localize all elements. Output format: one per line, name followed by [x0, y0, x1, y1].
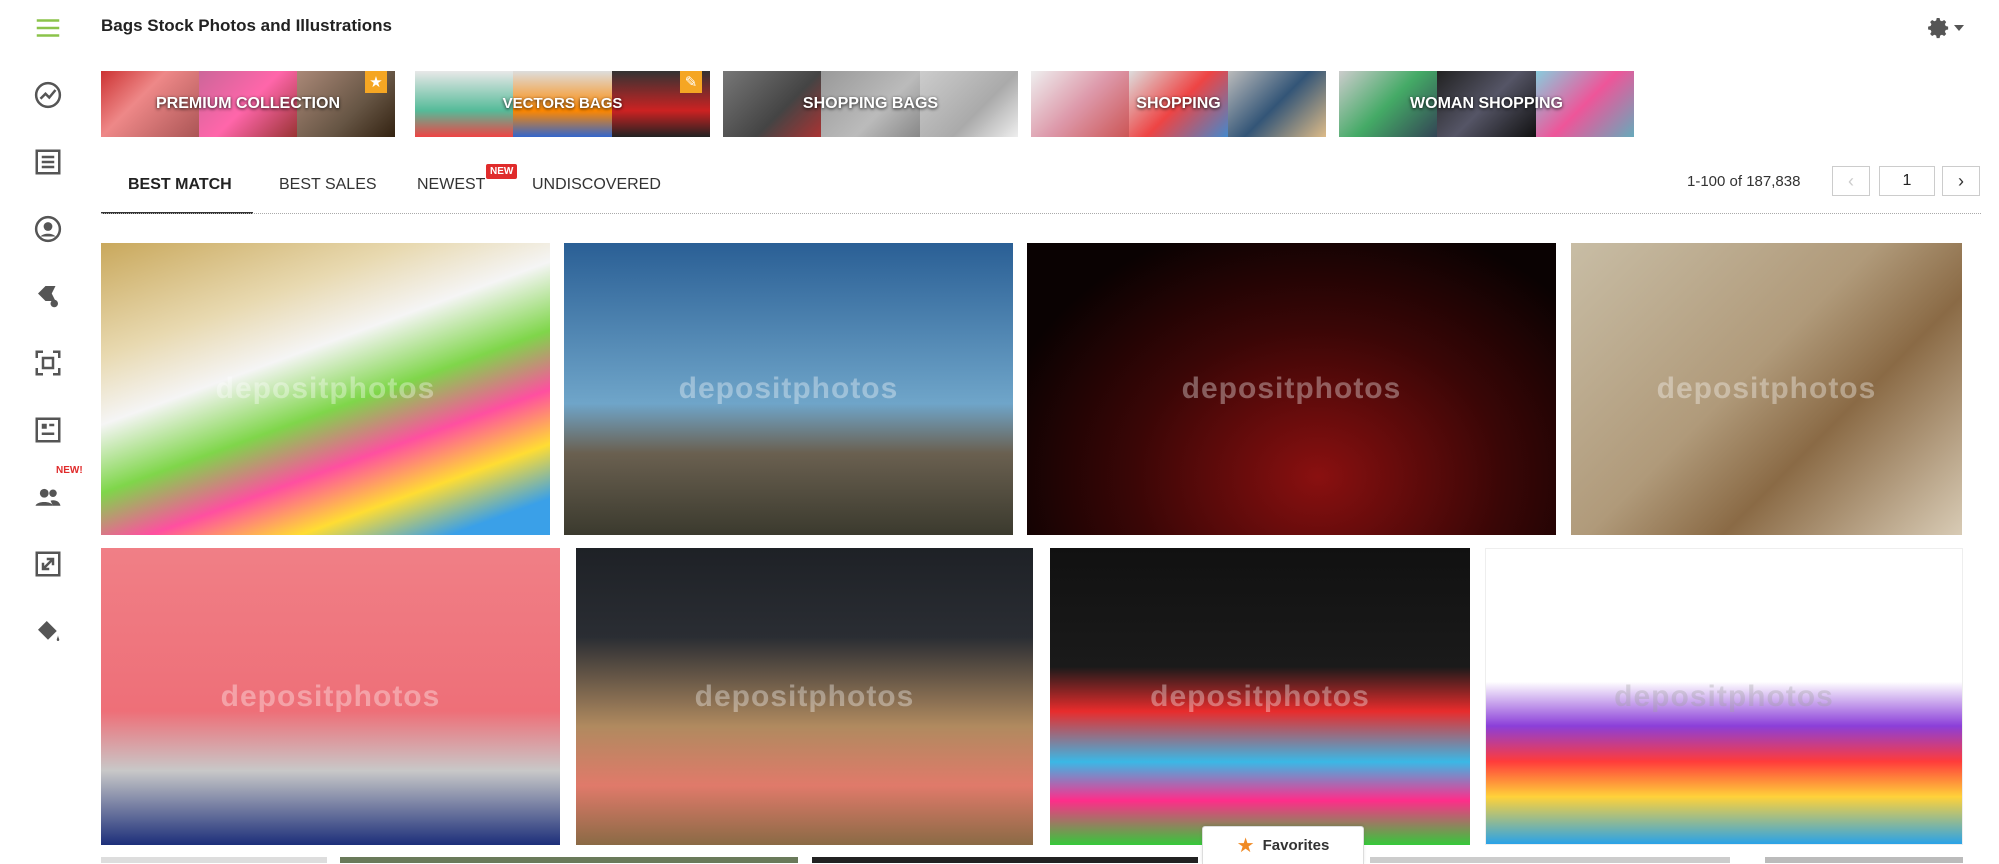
star-icon: ★ — [1236, 835, 1255, 857]
watermark: depositphotos — [220, 679, 441, 713]
collection-woman-shopping[interactable]: WOMAN SHOPPING — [1339, 71, 1634, 137]
list-icon[interactable] — [28, 142, 68, 182]
article-icon[interactable] — [28, 410, 68, 450]
collection-label: VECTORS BAGS — [502, 95, 623, 112]
watermark: depositphotos — [1614, 679, 1834, 713]
gear-icon — [1928, 17, 1949, 39]
tab-undiscovered[interactable]: UNDISCOVERED — [532, 176, 661, 194]
scan-icon[interactable] — [28, 343, 68, 383]
image-tile[interactable]: depositphotos — [101, 243, 550, 535]
tab-best-sales[interactable]: BEST SALES — [279, 176, 377, 194]
tab-newest[interactable]: NEWEST — [417, 176, 485, 194]
watermark: depositphotos — [215, 372, 436, 405]
image-tile[interactable] — [812, 857, 1198, 863]
collection-label: SHOPPING BAGS — [802, 95, 939, 112]
people-icon[interactable] — [28, 477, 68, 517]
divider — [101, 213, 1981, 214]
image-tile[interactable] — [340, 857, 798, 863]
watermark: depositphotos — [1181, 372, 1402, 405]
collection-vectors-bags[interactable]: VECTORS BAGS ✎ — [415, 71, 710, 137]
page-number-input[interactable] — [1879, 166, 1935, 196]
sidebar: NEW! — [0, 0, 96, 863]
prev-page-button[interactable]: ‹ — [1832, 166, 1870, 196]
tab-best-match[interactable]: BEST MATCH — [128, 176, 232, 194]
image-tile[interactable]: depositphotos — [1571, 243, 1962, 535]
page-title: Bags Stock Photos and Illustrations — [101, 16, 392, 35]
favorites-tab[interactable]: ★ Favorites — [1202, 826, 1364, 864]
resize-icon[interactable] — [28, 544, 68, 584]
new-badge: NEW — [486, 164, 518, 179]
collection-label: WOMAN SHOPPING — [1410, 95, 1563, 112]
collection-shopping[interactable]: SHOPPING — [1031, 71, 1326, 137]
watermark: depositphotos — [678, 372, 899, 405]
watermark: depositphotos — [1656, 372, 1877, 405]
settings-button[interactable] — [1928, 14, 1964, 42]
next-page-button[interactable]: › — [1942, 166, 1980, 196]
favorites-label: Favorites — [1262, 837, 1330, 854]
new-feature-badge: NEW! — [56, 465, 83, 476]
account-icon[interactable] — [28, 209, 68, 249]
paint-bucket-icon[interactable] — [28, 611, 68, 651]
collection-label: SHOPPING — [1136, 95, 1221, 112]
image-tile[interactable] — [1765, 857, 1963, 863]
trending-icon[interactable] — [28, 75, 68, 115]
watermark: depositphotos — [694, 679, 915, 713]
image-tile[interactable]: depositphotos — [564, 243, 1013, 535]
image-tile[interactable] — [1370, 857, 1730, 863]
pencil-icon: ✎ — [680, 71, 702, 93]
image-tile[interactable] — [101, 857, 327, 863]
results-range: 1-100 of 187,838 — [1687, 173, 1801, 190]
image-tile[interactable]: depositphotos — [1050, 548, 1470, 845]
menu-icon[interactable] — [28, 8, 68, 48]
image-tile[interactable]: depositphotos — [1485, 548, 1963, 845]
image-tile[interactable]: depositphotos — [101, 548, 560, 845]
star-icon: ★ — [365, 71, 387, 93]
collection-shopping-bags[interactable]: SHOPPING BAGS — [723, 71, 1018, 137]
collection-label: PREMIUM COLLECTION — [156, 95, 340, 112]
collection-premium[interactable]: PREMIUM COLLECTION ★ — [101, 71, 395, 137]
image-tile[interactable]: depositphotos — [1027, 243, 1556, 535]
promo-icon[interactable] — [28, 276, 68, 316]
image-tile[interactable]: depositphotos — [576, 548, 1033, 845]
chevron-down-icon — [1954, 25, 1964, 31]
watermark: depositphotos — [1150, 679, 1370, 713]
